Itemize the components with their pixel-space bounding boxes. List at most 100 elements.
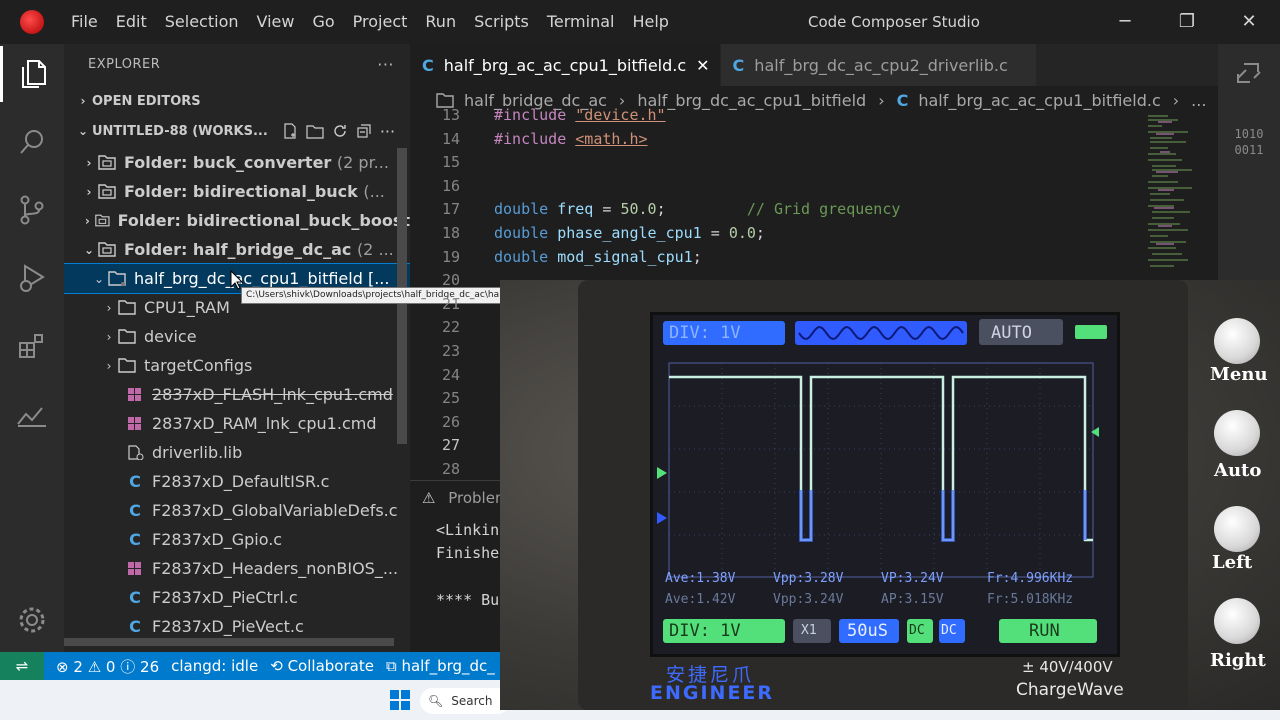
menu-terminal[interactable]: Terminal: [538, 0, 624, 44]
analytics-icon[interactable]: [0, 386, 64, 442]
workspace-section[interactable]: ⌄ UNTITLED-88 (WORKS... ···: [64, 116, 410, 146]
tree-folder-targetconfigs[interactable]: › targetConfigs: [64, 351, 410, 380]
tree-file-gpio[interactable]: C F2837xD_Gpio.c: [64, 525, 410, 554]
tree-folder-bidirectional-buck-boost[interactable]: › Folder: bidirectional_buck_boost: [64, 206, 410, 235]
tree-file-pievect[interactable]: C F2837xD_PieVect.c: [64, 612, 410, 641]
osc-timebase: 50uS: [847, 621, 888, 641]
tree-file-headers-nonbios[interactable]: F2837xD_Headers_nonBIOS_...: [64, 554, 410, 583]
folder-workspace-icon: [98, 155, 116, 170]
menu-file[interactable]: File: [62, 0, 107, 44]
tree-label: targetConfigs: [144, 356, 253, 375]
code-line[interactable]: 26: [410, 410, 494, 434]
osc-ave-1: Ave:1.38V: [665, 571, 736, 586]
code-line[interactable]: 17 double freq = 50.0; // Grid grequency: [410, 197, 900, 221]
tree-file-globalvariabledefs[interactable]: C F2837xD_GlobalVariableDefs.c: [64, 496, 410, 525]
menu-help[interactable]: Help: [623, 0, 677, 44]
extensions-icon[interactable]: [0, 318, 64, 374]
problems-status[interactable]: ⊗ 2 ⚠ 0 ⓘ 26: [56, 656, 159, 677]
live-share-icon: ⟲: [270, 657, 283, 675]
menu-view[interactable]: View: [248, 0, 304, 44]
code-line[interactable]: 22: [410, 315, 494, 339]
code-line[interactable]: 13 #include "device.h": [410, 108, 666, 127]
osc-probe: X1: [801, 623, 817, 638]
breadcrumb-item[interactable]: half_brg_ac_ac_cpu1_bitfield.c: [918, 91, 1160, 110]
run-debug-icon[interactable]: [0, 250, 64, 306]
open-editors-section[interactable]: › OPEN EDITORS: [64, 86, 410, 116]
folder-workspace-icon: [98, 184, 116, 199]
project-status[interactable]: ⧉ half_brg_dc_: [386, 657, 495, 675]
editor-tabs: C half_brg_ac_ac_cpu1_bitfield.c ✕ C hal…: [410, 44, 1218, 86]
tree-label: F2837xD_PieCtrl.c: [152, 588, 298, 607]
minimize-button[interactable]: ─: [1094, 0, 1156, 44]
new-file-icon[interactable]: [282, 123, 298, 139]
code-line[interactable]: 24: [410, 363, 494, 387]
sidebar-horizontal-scrollbar[interactable]: [64, 638, 394, 646]
code-token: mod_signal_cpu1: [557, 247, 693, 266]
collaborate-button[interactable]: ⟲ Collaborate: [270, 657, 374, 675]
tree-folder-buck-converter[interactable]: › Folder: buck_converter (2 pr...: [64, 148, 410, 177]
osc-auto-label: Auto: [1214, 460, 1262, 481]
explorer-icon[interactable]: [0, 46, 64, 102]
code-line[interactable]: 28: [410, 457, 494, 480]
line-number: 13: [441, 108, 460, 124]
source-control-icon[interactable]: [0, 182, 64, 238]
windows-start-icon[interactable]: [390, 690, 410, 710]
code-line[interactable]: 16: [410, 174, 494, 198]
code-line[interactable]: 25: [410, 386, 494, 410]
code-line[interactable]: 20: [410, 268, 494, 292]
code-line[interactable]: 21: [410, 292, 494, 316]
taskbar-search[interactable]: 🔍︎ Search: [420, 688, 510, 714]
menu-project[interactable]: Project: [344, 0, 417, 44]
folder-icon: [118, 329, 136, 344]
tree-file-ram-lnk[interactable]: 2837xD_RAM_lnk_cpu1.cmd: [64, 409, 410, 438]
menu-scripts[interactable]: Scripts: [465, 0, 538, 44]
tree-folder-bidirectional-buck[interactable]: › Folder: bidirectional_buck (...: [64, 177, 410, 206]
menu-edit[interactable]: Edit: [107, 0, 156, 44]
tree-label: CPU1_RAM: [144, 298, 230, 317]
output-line: Finished: [436, 544, 509, 562]
refresh-icon[interactable]: [332, 123, 348, 139]
c-file-icon: C: [896, 90, 909, 110]
collapse-all-icon[interactable]: [356, 123, 372, 139]
tree-file-flash-lnk[interactable]: 2837xD_FLASH_lnk_cpu1.cmd: [64, 380, 410, 409]
tree-file-driverlib[interactable]: driverlib.lib: [64, 438, 410, 467]
code-line[interactable]: 18 double phase_angle_cpu1 = 0.0;: [410, 221, 765, 245]
menu-selection[interactable]: Selection: [156, 0, 248, 44]
remote-explorer-icon[interactable]: [1234, 58, 1264, 88]
tree-folder-half-bridge-dc-ac[interactable]: ⌄ Folder: half_bridge_dc_ac (2 ...: [64, 235, 410, 264]
explorer-more-button[interactable]: ···: [377, 55, 394, 74]
code-line[interactable]: 15: [410, 150, 494, 174]
tab-cpu2-driverlib[interactable]: C half_brg_dc_ac_cpu2_driverlib.c: [720, 44, 1037, 86]
tree-label: half_brg_dc_ac_cpu1_bitfield: [134, 269, 363, 288]
code-line[interactable]: 23: [410, 339, 494, 363]
code-token: <math.h>: [575, 129, 648, 148]
folder-workspace-icon: [98, 242, 116, 257]
remote-indicator[interactable]: ⇌: [0, 652, 44, 680]
tree-file-piectrl[interactable]: C F2837xD_PieCtrl.c: [64, 583, 410, 612]
close-window-button[interactable]: ✕: [1218, 0, 1280, 44]
menu-run[interactable]: Run: [416, 0, 465, 44]
code-line[interactable]: 14 #include <math.h>: [410, 127, 648, 151]
osc-vp: VP:3.24V: [881, 571, 944, 586]
breadcrumb-item[interactable]: half_bridge_dc_ac: [464, 91, 607, 110]
minimap[interactable]: [1146, 112, 1202, 272]
menu-go[interactable]: Go: [303, 0, 343, 44]
tree-label: Folder: half_bridge_dc_ac: [124, 240, 352, 259]
binary-view-icon[interactable]: 1010 0011: [1222, 126, 1276, 158]
settings-gear-icon[interactable]: [0, 592, 64, 648]
restore-button[interactable]: ❐: [1156, 0, 1218, 44]
tab-cpu1-bitfield[interactable]: C half_brg_ac_ac_cpu1_bitfield.c ✕: [410, 44, 721, 86]
new-folder-icon[interactable]: [306, 123, 324, 139]
workspace-more-button[interactable]: ···: [380, 122, 395, 141]
breadcrumb-item[interactable]: ...: [1191, 91, 1206, 110]
chevron-right-icon: ›: [106, 358, 112, 373]
tree-folder-device[interactable]: › device: [64, 322, 410, 351]
clangd-status[interactable]: clangd: idle: [171, 657, 258, 675]
code-line[interactable]: 27: [410, 433, 494, 457]
search-icon[interactable]: [0, 114, 64, 170]
code-line[interactable]: 19 double mod_signal_cpu1;: [410, 245, 702, 269]
tree-file-defaultisr[interactable]: C F2837xD_DefaultISR.c: [64, 467, 410, 496]
close-tab-icon[interactable]: ✕: [696, 56, 709, 75]
folder-icon: [118, 358, 136, 373]
breadcrumb-item[interactable]: half_brg_dc_ac_cpu1_bitfield: [637, 91, 866, 110]
